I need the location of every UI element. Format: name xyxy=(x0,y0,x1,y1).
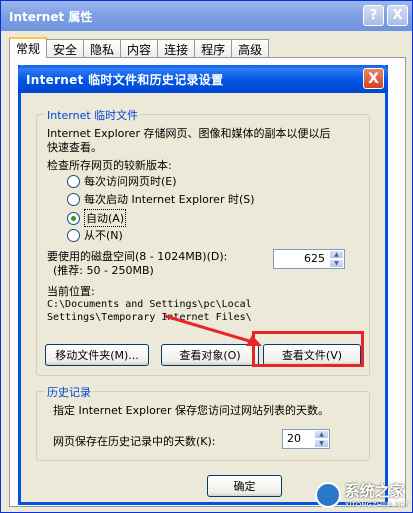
watermark-textblock: 系统之家 XITONGZHIJIA.NET xyxy=(345,480,409,509)
watermark-text: 系统之家 xyxy=(344,482,405,500)
watermark: 系统之家 XITONGZHIJIA.NET xyxy=(314,480,409,509)
tab-general[interactable]: 常规 xyxy=(9,37,48,58)
watermark-logo-icon xyxy=(314,481,341,508)
annotation-arrow-icon xyxy=(164,314,262,346)
watermark-subtext: XITONGZHIJIA.NET xyxy=(344,501,409,509)
